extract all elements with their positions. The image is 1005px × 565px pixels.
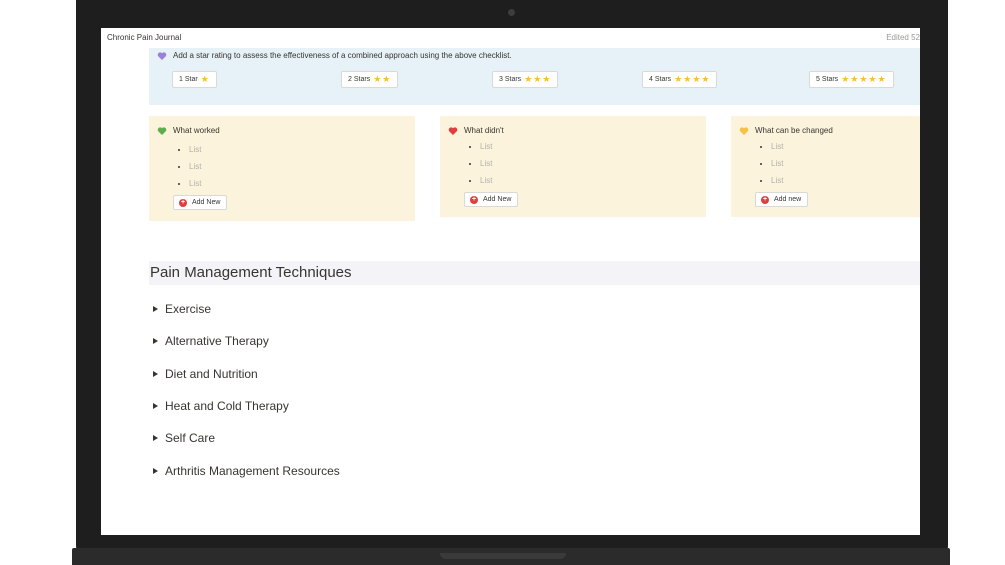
list-item[interactable]: List [189,158,201,175]
rating-button-5-stars[interactable]: 5 Stars ★★★★★ [809,71,894,88]
toggle-arthritis-management-resources[interactable]: Arthritis Management Resources [153,463,340,479]
star-icon: ★★ [373,74,392,84]
toggle-label: Arthritis Management Resources [165,464,340,478]
add-new-label: Add New [192,199,221,206]
page-title: Chronic Pain Journal [107,33,182,42]
rating-instruction: Add a star rating to assess the effectiv… [173,51,512,60]
add-new-label: Add New [483,196,512,203]
rating-button-3-stars[interactable]: 3 Stars ★★★ [492,71,559,88]
rating-button-2-stars[interactable]: 2 Stars ★★ [341,71,399,88]
toggle-exercise[interactable]: Exercise [153,301,211,317]
rating-callout: Add a star rating to assess the effectiv… [149,48,920,105]
bullet-list: List List List [739,138,783,189]
bullet-list: List List List [157,141,201,192]
star-icon: ★★★★ [674,74,711,84]
callout-title: What can be changed [755,126,833,135]
red-heart-icon [448,127,458,135]
add-new-button[interactable]: + Add New [464,192,519,207]
plus-circle-icon: + [470,195,478,204]
toggle-label: Heat and Cold Therapy [165,399,289,413]
toggle-triangle-icon[interactable] [153,403,158,409]
toggle-triangle-icon[interactable] [153,371,158,377]
section-heading: Pain Management Techniques [149,261,920,285]
add-new-label: Add new [774,196,802,203]
rating-label: 3 Stars [499,76,522,83]
toggle-triangle-icon[interactable] [153,435,158,441]
list-item[interactable]: List [189,141,201,158]
top-bar: Chronic Pain Journal Edited 52 [101,28,920,48]
edited-status[interactable]: Edited 52 [886,33,920,42]
list-item[interactable]: List [480,172,492,189]
toggle-label: Diet and Nutrition [165,367,258,381]
add-new-button[interactable]: + Add new [755,192,809,207]
rating-label: 4 Stars [649,76,672,83]
toggle-triangle-icon[interactable] [153,338,158,344]
add-new-button[interactable]: + Add New [173,195,228,210]
camera-icon [508,9,515,16]
yellow-heart-icon [739,127,749,135]
callout-title: What worked [173,126,220,135]
toggle-alternative-therapy[interactable]: Alternative Therapy [153,333,269,349]
rating-label: 5 Stars [816,76,839,83]
screen: Chronic Pain Journal Edited 52 Add a sta… [101,28,920,535]
toggle-triangle-icon[interactable] [153,468,158,474]
list-item[interactable]: List [480,155,492,172]
toggle-label: Alternative Therapy [165,334,269,348]
list-item[interactable]: List [771,172,783,189]
what-can-be-changed-callout: What can be changed List List List + Add… [731,116,920,217]
rating-button-1-star[interactable]: 1 Star ★ [172,71,217,88]
star-icon: ★ [200,74,210,84]
what-worked-callout: What worked List List List + Add New [149,116,415,221]
toggle-triangle-icon[interactable] [153,306,158,312]
bullet-list: List List List [448,138,492,189]
what-didnt-callout: What didn't List List List + Add New [440,116,706,217]
rating-button-4-stars[interactable]: 4 Stars ★★★★ [642,71,718,88]
green-heart-icon [157,127,167,135]
rating-label: 1 Star [179,76,198,83]
toggle-heat-and-cold-therapy[interactable]: Heat and Cold Therapy [153,398,289,414]
list-item[interactable]: List [771,155,783,172]
toggle-label: Exercise [165,302,212,316]
callout-title: What didn't [464,126,504,135]
list-item[interactable]: List [189,175,201,192]
plus-circle-icon: + [761,195,769,204]
purple-heart-icon [157,52,167,60]
toggle-self-care[interactable]: Self Care [153,430,215,446]
laptop-hinge [440,553,566,559]
toggle-label: Self Care [165,431,216,445]
list-item[interactable]: List [480,138,492,155]
star-icon: ★★★ [524,74,552,84]
star-icon: ★★★★★ [841,74,887,84]
rating-label: 2 Stars [348,76,371,83]
toggle-diet-and-nutrition[interactable]: Diet and Nutrition [153,366,258,382]
plus-circle-icon: + [179,198,187,207]
section-heading-text: Pain Management Techniques [150,264,352,281]
list-item[interactable]: List [771,138,783,155]
